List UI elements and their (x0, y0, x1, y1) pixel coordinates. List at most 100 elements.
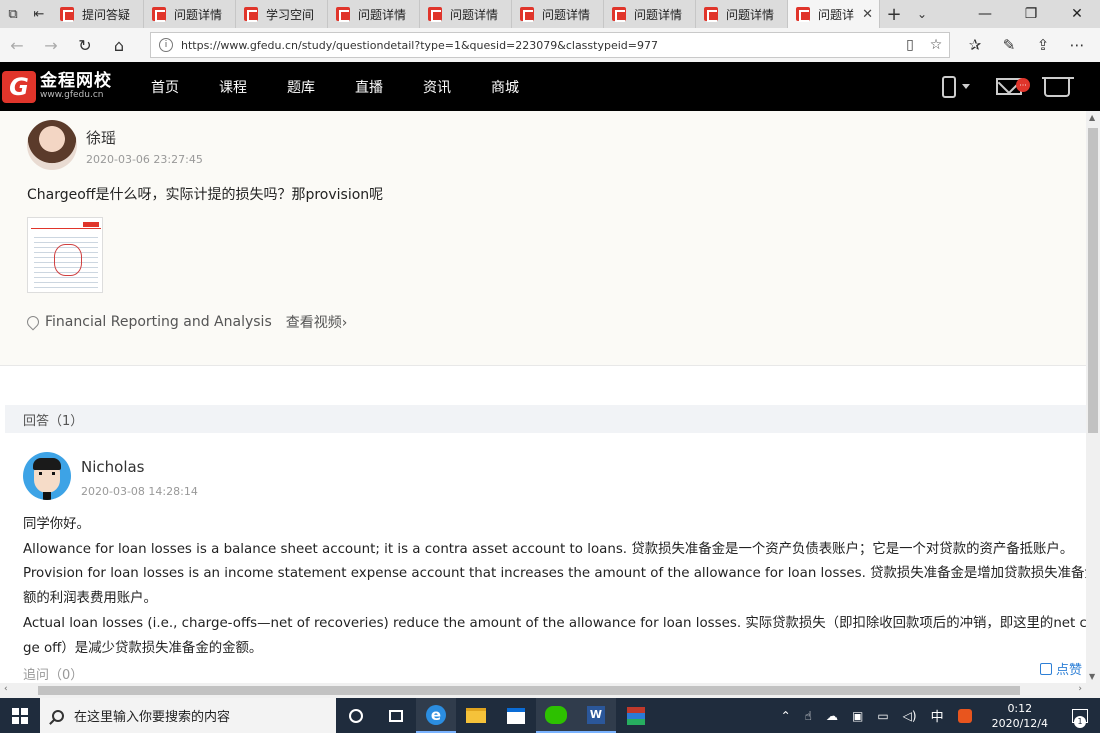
scroll-up-icon[interactable]: ▲ (1089, 113, 1095, 122)
reading-view-icon[interactable]: ▯ (897, 37, 923, 53)
share-icon[interactable]: ⇪ (1026, 36, 1060, 54)
start-button[interactable] (0, 698, 40, 733)
notification-badge: 1 (1074, 715, 1086, 728)
course-name: Financial Reporting and Analysis (45, 314, 272, 330)
sogou-input-icon[interactable] (957, 708, 972, 723)
browser-tab[interactable]: 问题详情 (144, 0, 236, 28)
tab-label: 问题详情 (358, 7, 407, 22)
followup-link[interactable]: 追问（0） (23, 664, 83, 683)
close-tab-icon[interactable]: ✕ (862, 7, 873, 22)
close-window-button[interactable]: ✕ (1054, 0, 1100, 28)
horizontal-scrollbar[interactable]: ‹ › (0, 683, 1100, 698)
notification-icon[interactable]: 1 (1072, 708, 1088, 728)
minimize-button[interactable]: — (962, 0, 1008, 28)
scroll-right-icon[interactable]: › (1078, 684, 1082, 694)
taskbar-app-explorer[interactable] (456, 698, 496, 733)
browser-tab-active[interactable]: 问题详 ✕ (788, 0, 880, 28)
web-note-pen-icon[interactable]: ✎ (992, 36, 1026, 54)
vertical-scroll-thumb[interactable] (1088, 128, 1098, 433)
system-tray: ⌃ ☝ ☁ ▣ ▭ ◁) 中 0:12 2020/12/4 1 (774, 698, 1100, 733)
browser-tab[interactable]: 问题详情 (604, 0, 696, 28)
vertical-scrollbar[interactable]: ▲ ▼ (1086, 111, 1100, 683)
asker-avatar (27, 120, 77, 170)
touch-icon[interactable]: ☝ (805, 709, 812, 723)
window-controls: — ❐ ✕ (962, 0, 1100, 28)
tab-label: 问题详情 (174, 7, 223, 22)
back-button[interactable]: ← (0, 28, 34, 62)
search-placeholder: 在这里输入你要搜索的内容 (74, 710, 231, 725)
scroll-down-icon[interactable]: ▼ (1089, 672, 1095, 681)
header-icons: ··· (942, 75, 1074, 98)
forward-button[interactable]: → (34, 28, 68, 62)
tab-label: 问题详情 (634, 7, 683, 22)
tab-label: 问题详情 (542, 7, 591, 22)
home-button[interactable]: ⌂ (102, 28, 136, 62)
store-icon (507, 707, 525, 724)
set-aside-tabs-icon[interactable]: ⇤ (26, 0, 52, 28)
menu-item-news[interactable]: 资讯 (423, 77, 491, 97)
ime-indicator[interactable]: 中 (931, 706, 944, 725)
gfedu-favicon-icon (612, 7, 626, 22)
taskbar-app-winrar[interactable] (616, 698, 656, 733)
more-menu-icon[interactable]: ⋯ (1060, 36, 1094, 54)
gfedu-favicon-icon (152, 7, 166, 22)
task-view-icon (389, 709, 403, 722)
restore-button[interactable]: ❐ (1008, 0, 1054, 28)
menu-item-live[interactable]: 直播 (355, 77, 423, 97)
browser-tab[interactable]: 问题详情 (512, 0, 604, 28)
refresh-button[interactable]: ↻ (68, 28, 102, 62)
tab-manager-icon[interactable]: ⧉ (0, 0, 26, 28)
cart-icon[interactable] (1042, 76, 1074, 97)
like-button[interactable]: 点赞 (1040, 659, 1082, 678)
answers-header: 回答（1） (5, 405, 1086, 433)
screen-capture-icon[interactable]: ▣ (852, 709, 863, 723)
new-tab-button[interactable]: + (880, 0, 908, 28)
site-header: G 金程网校 www.gfedu.cn 首页 课程 题库 直播 资讯 商城 ··… (0, 62, 1100, 111)
address-bar[interactable]: i https://www.gfedu.cn/study/questiondet… (150, 32, 950, 58)
chevron-down-icon[interactable] (962, 84, 970, 89)
menu-item-question-bank[interactable]: 题库 (287, 77, 355, 97)
answer-line: Actual loan losses (i.e., charge-offs—ne… (23, 615, 1086, 631)
taskbar-app-edge[interactable]: e (416, 698, 456, 733)
browser-tab[interactable]: 问题详情 (420, 0, 512, 28)
browser-tab[interactable]: 学习空间 (236, 0, 328, 28)
cloud-icon[interactable]: ☁ (826, 709, 838, 723)
question-time: 2020-03-06 23:27:45 (86, 153, 203, 166)
site-logo[interactable]: G 金程网校 www.gfedu.cn (2, 70, 142, 103)
tray-expand-icon[interactable]: ⌃ (781, 709, 791, 723)
mobile-app-icon[interactable] (942, 75, 956, 98)
favorite-star-icon[interactable]: ☆ (923, 37, 949, 53)
question-image-thumbnail[interactable] (27, 217, 103, 293)
taskbar-app-word[interactable]: W (576, 698, 616, 733)
task-view-button[interactable] (376, 698, 416, 733)
mail-icon[interactable]: ··· (996, 78, 1030, 95)
menu-item-home[interactable]: 首页 (151, 77, 219, 97)
tab-label: 提问答疑 (82, 7, 131, 22)
site-info-icon[interactable]: i (159, 38, 173, 52)
volume-icon[interactable]: ◁) (903, 709, 917, 723)
gfedu-favicon-icon (704, 7, 718, 22)
taskbar-search[interactable]: 在这里输入你要搜索的内容 (40, 698, 336, 733)
clock[interactable]: 0:12 2020/12/4 (985, 701, 1055, 731)
horizontal-scroll-thumb[interactable] (38, 686, 1020, 695)
url-text[interactable]: https://www.gfedu.cn/study/questiondetai… (181, 39, 897, 52)
gfedu-favicon-icon (428, 7, 442, 22)
browser-tab[interactable]: 问题详情 (328, 0, 420, 28)
view-video-link[interactable]: 查看视频› (286, 312, 348, 332)
menu-item-courses[interactable]: 课程 (219, 77, 287, 97)
cortana-button[interactable] (336, 698, 376, 733)
windows-logo-icon (12, 707, 28, 724)
favorites-hub-icon[interactable]: ✰ (958, 36, 992, 54)
browser-tab[interactable]: 问题详情 (696, 0, 788, 28)
taskbar-app-wechat[interactable] (536, 698, 576, 733)
browser-tab[interactable]: 提问答疑 (52, 0, 144, 28)
cortana-icon (349, 708, 363, 723)
gfedu-favicon-icon (520, 7, 534, 22)
menu-item-shop[interactable]: 商城 (491, 77, 559, 97)
tab-preview-chevron-icon[interactable]: ⌄ (908, 0, 936, 28)
taskbar-app-store[interactable] (496, 698, 536, 733)
scroll-left-icon[interactable]: ‹ (4, 684, 8, 694)
battery-icon[interactable]: ▭ (877, 709, 888, 723)
page-content: 徐瑶 2020-03-06 23:27:45 Chargeoff是什么呀，实际计… (0, 111, 1086, 683)
tab-label: 问题详情 (726, 7, 775, 22)
